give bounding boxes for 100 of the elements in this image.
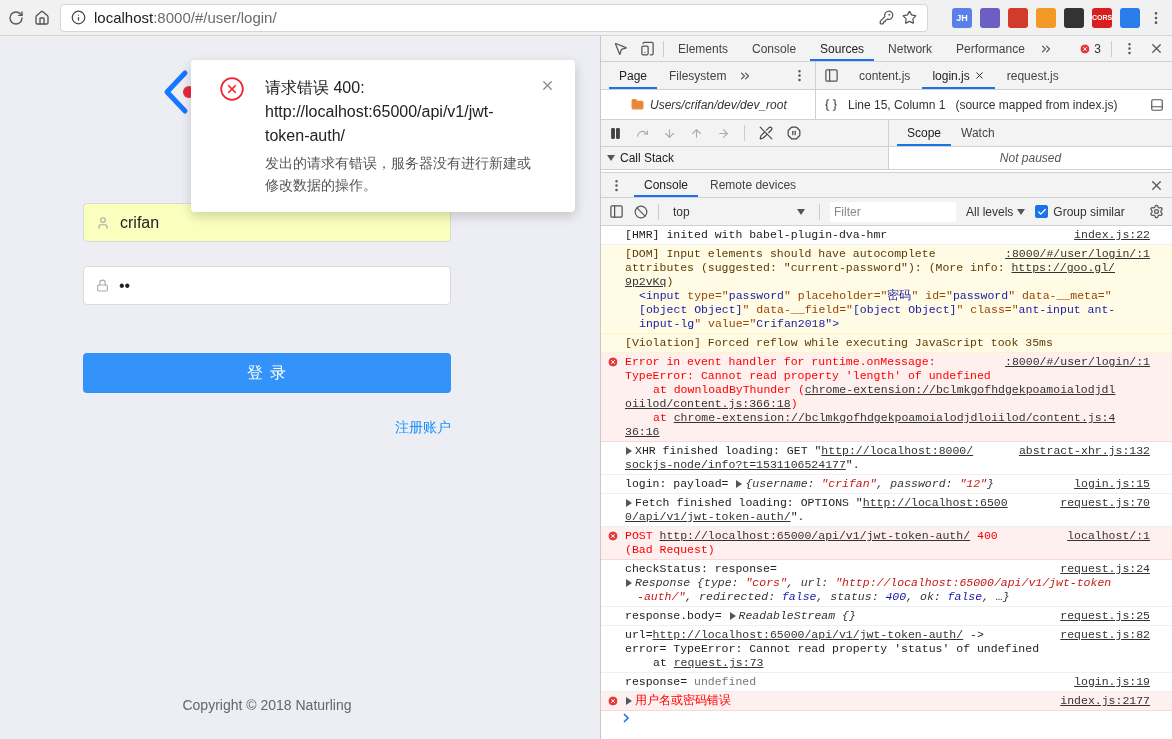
context-select[interactable]: top [669,204,809,219]
console-text: attributes (suggested: "current-password"): (More info: https://goo.gl/ [625,261,1115,275]
console-text: -auth/", redirected: false, status: 400, ok: false, …} [637,590,1010,604]
close-button[interactable] [540,78,555,93]
error-icon [1079,42,1092,55]
console-text: input-lg" value="Crifan2018"> [639,317,840,331]
console-link[interactable]: 36:16 [625,425,660,438]
navigator-tab[interactable]: Filesystem [659,62,737,89]
expand-triangle-icon[interactable] [625,498,633,507]
url-text: localhost:8000/#/user/login/ [94,9,278,26]
console-link[interactable]: 9p2vKq [625,275,667,288]
devtools-tab[interactable]: Elements [668,36,739,61]
cursor-position: Line 15, Column 1 [848,97,946,112]
expand-triangle-icon[interactable] [735,479,744,488]
console-link[interactable]: http://localhost:6500 [862,496,1008,509]
expand-triangle-icon[interactable] [625,696,633,705]
lock-icon [96,279,109,292]
console-text: at chrome-extension://bclmkgofhdgekpoamoialodjdloiilod/content.js:4 [653,411,1116,425]
console-text: Response {type: "cors", url: "http://localhost:65000/api/v1/jwt-token [625,576,1112,590]
file-tab[interactable]: request.js [996,62,1069,89]
source-map-note: (source mapped from index.js) [955,97,1118,112]
pretty-print-icon[interactable] [824,97,838,112]
extension-icon[interactable] [1064,7,1084,28]
key-icon[interactable] [879,10,894,25]
group-similar-checkbox[interactable]: Group similar [1035,204,1125,219]
user-icon [96,215,110,230]
devtools-tab[interactable]: Performance [946,36,1035,61]
console-link[interactable]: http://localhost:8000/ [821,444,974,457]
console-text: Error in event handler for runtime.onMessage: [625,355,936,369]
info-icon[interactable] [71,10,86,25]
devtools-tab[interactable]: Network [878,36,943,61]
error-icon [219,76,245,102]
console-link[interactable]: chrome-extension://bclmkgofhdgekpoamoialodjdloiilod/content.js:4 [673,411,1116,424]
console-text: Fetch finished loading: OPTIONS "http://localhost:6500 [625,496,1008,510]
error-count-button[interactable]: 3 [1079,36,1101,61]
prompt-icon [623,713,630,723]
filter-field[interactable]: Filter [830,201,956,222]
console-text: at request.js:73 [653,656,764,670]
error-icon [607,530,619,542]
console-text: oiilod/content.js:366:18) [625,397,798,411]
source-link[interactable]: localhost/:1 [1067,529,1150,543]
settings-icon[interactable] [1149,204,1164,219]
star-icon[interactable] [902,10,917,25]
call-stack-header[interactable]: Call Stack [607,151,675,165]
console-link[interactable]: chrome-extension://bclmkgofhdgekpoamoialodjdl [804,383,1116,396]
deactivate-breakpoints-icon[interactable] [759,126,773,140]
console-link[interactable]: http://localhost:65000/api/v1/jwt-token-auth/ [652,628,964,641]
source-link[interactable]: :8000/#/user/login/:1 [1005,247,1150,261]
address-bar[interactable]: localhost:8000/#/user/login/ [60,3,928,32]
source-link[interactable]: login.js:19 [1074,675,1150,689]
sidebar-tab[interactable]: Scope [897,120,952,146]
extension-icon[interactable]: JH [952,7,972,28]
file-tab[interactable]: content.js [849,62,921,89]
home-icon[interactable] [34,9,50,26]
close-icon[interactable] [973,70,985,81]
console-link[interactable]: https://goo.gl/ [1011,261,1115,274]
notification-title: 请求错误 400: http://localhost:65000/api/v1/jwt-token-auth/ [265,78,495,146]
source-link[interactable]: request.js:24 [1060,562,1150,576]
console-text: 9p2vKq) [625,275,674,289]
error-icon [607,695,619,707]
pause-on-exceptions-icon[interactable] [787,126,801,140]
levels-dropdown[interactable]: All levels [966,204,1026,219]
console-text: at downloadByThunder (chrome-extension://bclmkgofhdgekpoamoialodjdl [653,383,1116,397]
expand-triangle-icon[interactable] [625,578,633,587]
expand-triangle-icon[interactable] [728,611,737,620]
console-text: url=http://localhost:65000/api/v1/jwt-token-auth/ -> [625,628,984,642]
devtools-tab[interactable]: Console [742,36,807,61]
console-text: login: payload= {username: "crifan", password: "12"} [625,477,994,491]
source-link[interactable]: index.js:22 [1074,228,1150,242]
console-link[interactable]: 0/api/v1/jwt-token-auth/ [625,510,791,523]
source-link[interactable]: abstract-xhr.js:132 [1018,444,1150,458]
console-text: [HMR] inited with babel-plugin-dva-hmr [625,228,888,242]
console-text: [object Object]" data-__field="[object Object]" class="ant-input ant- [639,303,1116,317]
drawer-toggle-icon[interactable] [1150,97,1164,112]
drawer-tab[interactable]: Remote devices [700,173,807,197]
console-text: 0/api/v1/jwt-token-auth/". [625,510,805,524]
console-text: XHR finished loading: GET "http://localhost:8000/ [625,444,974,458]
sidebar-tab[interactable]: Watch [951,120,1005,146]
source-link[interactable]: index.js:2177 [1060,694,1150,708]
source-link[interactable]: request.js:82 [1060,628,1150,642]
expand-triangle-icon[interactable] [625,446,633,455]
clear-icon[interactable] [634,204,648,219]
console-text: TypeError: Cannot read property 'length' of undefined [625,369,991,383]
console-link[interactable]: http://localhost:65000/api/v1/jwt-token-auth/ [659,529,971,542]
console-text: [DOM] Input elements should have autocomplete [625,247,936,261]
console-link[interactable]: sockjs-node/info?t=1531106524177 [625,458,846,471]
error-icon [607,356,619,368]
sidebar-toggle-icon[interactable] [609,204,624,219]
source-link[interactable]: request.js:25 [1060,609,1150,623]
status-message: Not paused [889,147,1172,170]
reload-icon[interactable] [8,9,24,26]
notification-description: 发出的请求有错误，服务器没有进行新建或修改数据的操作。 [265,154,532,195]
source-link[interactable]: login.js:15 [1074,477,1150,491]
password-field[interactable]: •• [83,266,451,305]
pause-icon[interactable] [609,126,622,140]
source-link[interactable]: :8000/#/user/login/:1 [1005,355,1150,369]
console-link[interactable]: oiilod/content.js:366:18 [625,397,791,410]
console-text: response.body= ReadableStream {} [625,609,856,623]
source-link[interactable]: request.js:70 [1060,496,1150,510]
console-link[interactable]: request.js:73 [673,656,764,669]
